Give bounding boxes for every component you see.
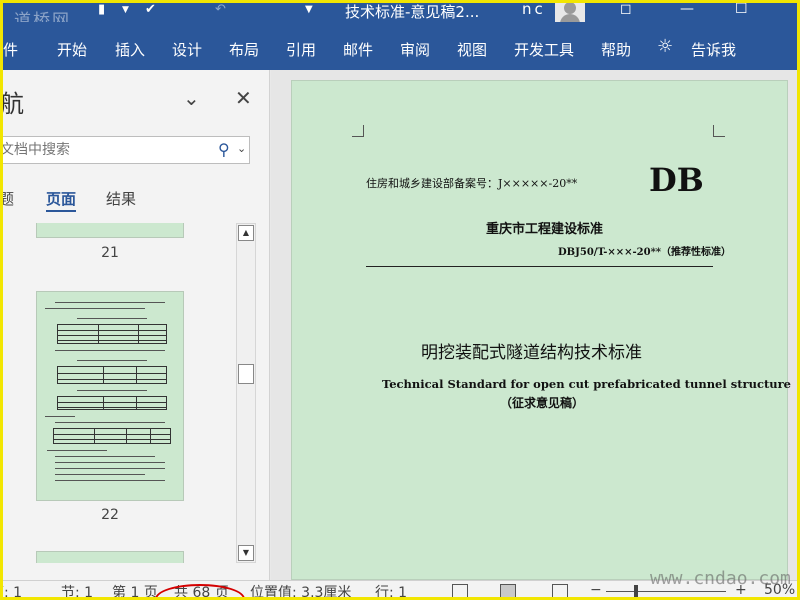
thumbnail-text — [47, 450, 107, 451]
read-mode-icon[interactable] — [452, 584, 468, 598]
customize-qat-icon[interactable]: ▼ — [305, 4, 313, 15]
margin-corner-mark — [352, 125, 364, 137]
active-tab-indicator — [46, 210, 76, 212]
thumbnail-text — [77, 360, 147, 361]
tab-results[interactable]: 结果 — [106, 188, 136, 209]
thumbnail-table — [53, 428, 171, 444]
standard-code: DBJ50/T-×××-20**（推荐性标准） — [558, 247, 732, 258]
title-rule — [366, 266, 713, 267]
thumbnail-text — [45, 308, 145, 309]
undo-icon[interactable]: ↶ — [215, 2, 226, 17]
ribbon-display-icon[interactable]: ◻ — [620, 1, 632, 17]
record-number-line: 住房和城乡建设部备案号：J×××××-20** — [366, 177, 578, 190]
thumbnail-table — [57, 324, 167, 344]
minimize-icon[interactable]: — — [680, 1, 694, 17]
checkmark-icon[interactable]: ✔ — [145, 2, 156, 17]
lightbulb-icon[interactable]: ☼ — [657, 36, 673, 57]
title-bar: 道桥网 ▮ ▼ ✔ ↶ ▼ 技术标准-意见稿2... nc ◻ — ☐ — [0, 0, 800, 31]
tab-mailings[interactable]: 邮件 — [343, 39, 373, 60]
draft-note: （征求意见稿） — [500, 396, 585, 410]
tab-help[interactable]: 帮助 — [601, 39, 631, 60]
zoom-slider[interactable] — [606, 591, 726, 592]
avatar[interactable] — [555, 0, 585, 24]
tab-headings[interactable]: 标题 — [0, 188, 14, 209]
page-thumbnail[interactable] — [36, 551, 184, 563]
ribbon-tabs: 文件 开始 插入 设计 布局 引用 邮件 审阅 视图 开发工具 帮助 ☼ 告诉我 — [0, 22, 800, 70]
user-name[interactable]: nc — [522, 0, 546, 18]
status-line[interactable]: 行: 1 — [375, 582, 407, 600]
thumbnail-text — [55, 302, 165, 303]
annotation-circle — [155, 584, 245, 600]
thumbnail-text — [55, 462, 165, 463]
close-icon[interactable]: ✕ — [235, 86, 252, 110]
tab-pages[interactable]: 页面 — [46, 188, 76, 209]
navigation-pane: 导航 ⌄ ✕ ⚲ ⌄ 标题 页面 结果 21 — [0, 70, 270, 580]
org-standard-title: 重庆市工程建设标准 — [486, 222, 604, 237]
tab-file[interactable]: 文件 — [0, 39, 18, 60]
search-icon[interactable]: ⚲ — [218, 140, 230, 159]
save-icon[interactable]: ▮ — [98, 2, 105, 17]
db-mark: DB — [649, 161, 704, 199]
page-thumbnails: 21 22 — [0, 223, 236, 563]
thumbnail-text — [55, 422, 165, 423]
web-layout-icon[interactable] — [552, 584, 568, 598]
chevron-down-icon[interactable]: ▼ — [122, 5, 129, 15]
thumbnail-text — [55, 468, 165, 469]
thumbnail-text — [77, 390, 147, 391]
print-layout-icon[interactable] — [500, 584, 516, 598]
tab-home[interactable]: 开始 — [57, 39, 87, 60]
thumbnail-text — [45, 416, 75, 417]
tab-references[interactable]: 引用 — [286, 39, 316, 60]
tab-view[interactable]: 视图 — [457, 39, 487, 60]
margin-corner-mark — [713, 125, 725, 137]
chevron-down-icon[interactable]: ⌄ — [237, 142, 246, 155]
english-title: Technical Standard for open cut prefabri… — [382, 377, 792, 391]
zoom-out-icon[interactable]: − — [590, 582, 602, 598]
nav-search-box[interactable]: ⚲ ⌄ — [0, 136, 250, 164]
tab-review[interactable]: 审阅 — [400, 39, 430, 60]
zoom-slider-knob[interactable] — [634, 585, 638, 597]
tell-me-search[interactable]: 告诉我 — [691, 39, 736, 60]
document-area: 住房和城乡建设部备案号：J×××××-20** DB 重庆市工程建设标准 DBJ… — [271, 70, 800, 580]
tab-insert[interactable]: 插入 — [115, 39, 145, 60]
document-title: 技术标准-意见稿2... — [345, 3, 480, 21]
thumbnail-scrollbar[interactable]: ▲ ▼ — [236, 223, 256, 563]
tab-design[interactable]: 设计 — [172, 39, 202, 60]
main-title: 明挖装配式隧道结构技术标准 — [421, 343, 642, 363]
tab-layout[interactable]: 布局 — [229, 39, 259, 60]
thumbnail-text — [55, 474, 145, 475]
chevron-down-icon[interactable]: ⌄ — [183, 86, 200, 110]
document-page[interactable]: 住房和城乡建设部备案号：J×××××-20** DB 重庆市工程建设标准 DBJ… — [291, 80, 792, 580]
search-input[interactable] — [0, 140, 191, 160]
status-page-number[interactable]: 第 1 页 — [112, 582, 158, 600]
scroll-thumb[interactable] — [238, 364, 254, 384]
thumbnail-page-number: 21 — [101, 245, 119, 261]
scroll-down-arrow[interactable]: ▼ — [238, 545, 254, 561]
thumbnail-table — [57, 396, 167, 410]
site-watermark: www.cndao.com — [650, 568, 791, 589]
status-position[interactable]: 位置值: 3.3厘米 — [250, 582, 351, 600]
page-thumbnail[interactable] — [36, 223, 184, 238]
page-thumbnail[interactable] — [36, 291, 184, 501]
main-area: 导航 ⌄ ✕ ⚲ ⌄ 标题 页面 结果 21 — [0, 70, 800, 580]
maximize-icon[interactable]: ☐ — [735, 1, 748, 17]
thumbnail-page-number: 22 — [101, 507, 119, 523]
tab-developer[interactable]: 开发工具 — [514, 39, 574, 60]
thumbnail-text — [77, 318, 147, 319]
status-page-field[interactable]: 页面: 1 — [0, 582, 22, 600]
thumbnail-text — [55, 456, 155, 457]
thumbnail-text — [55, 480, 165, 481]
nav-pane-title: 导航 — [0, 90, 24, 118]
status-section[interactable]: 节: 1 — [61, 582, 93, 600]
scroll-up-arrow[interactable]: ▲ — [238, 225, 254, 241]
thumbnail-table — [57, 366, 167, 384]
thumbnail-text — [55, 350, 165, 351]
